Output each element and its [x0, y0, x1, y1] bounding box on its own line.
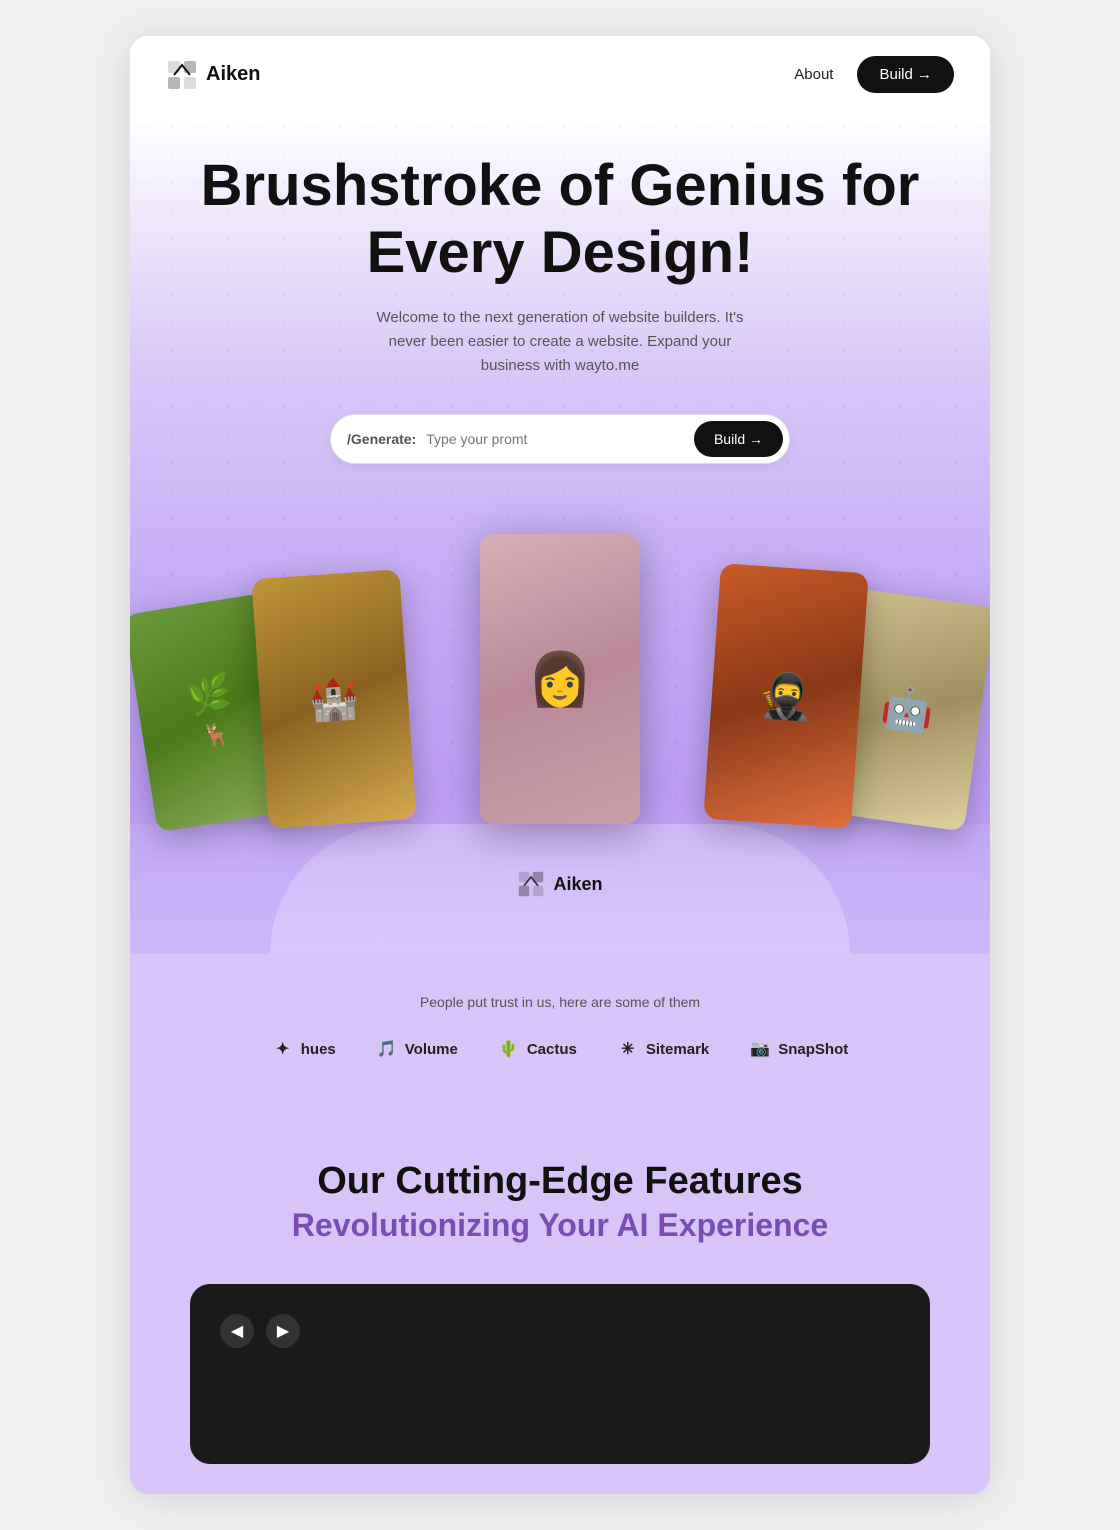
cards-section: 🌿🦌 🏰 👩 🥷 🤖	[130, 514, 990, 824]
generate-build-button[interactable]: Build →	[694, 421, 783, 457]
hues-icon: ✦	[272, 1038, 294, 1060]
feature-card-large: ◀ ▶	[190, 1284, 930, 1464]
page-wrapper: Aiken About Build → Brushstroke of Geniu…	[130, 36, 990, 1494]
volume-label: Volume	[405, 1041, 458, 1058]
art-card-3: 🥷	[703, 564, 868, 830]
logo-area: Aiken	[166, 59, 260, 91]
feature-icon-1: ◀	[220, 1314, 254, 1348]
trust-logo-cactus: 🌵 Cactus	[498, 1038, 577, 1060]
generate-label: /Generate:	[347, 431, 416, 447]
trust-logo-hues: ✦ hues	[272, 1038, 336, 1060]
features-title: Our Cutting-Edge Features	[190, 1160, 930, 1203]
cactus-label: Cactus	[527, 1041, 577, 1058]
trust-logo-volume: 🎵 Volume	[376, 1038, 458, 1060]
feature-icon-2: ▶	[266, 1314, 300, 1348]
features-section: Our Cutting-Edge Features Revolutionizin…	[130, 1110, 990, 1494]
hero-section: Brushstroke of Genius for Every Design! …	[130, 113, 990, 954]
logo-center: Aiken	[517, 870, 602, 898]
about-link[interactable]: About	[794, 66, 833, 83]
sitemark-label: Sitemark	[646, 1041, 709, 1058]
nav-right: About Build →	[794, 56, 954, 93]
navbar: Aiken About Build →	[130, 36, 990, 113]
features-subtitle: Revolutionizing Your AI Experience	[190, 1207, 930, 1244]
hero-title: Brushstroke of Genius for Every Design!	[190, 153, 930, 286]
art-card-1: 🏰	[251, 570, 416, 830]
trust-logos: ✦ hues 🎵 Volume 🌵 Cactus ✳ Sitemark 📷 Sn…	[190, 1038, 930, 1060]
hero-subtitle: Welcome to the next generation of websit…	[360, 306, 760, 378]
generate-bar: /Generate: Build →	[330, 414, 790, 464]
arc-shape: Aiken	[270, 824, 850, 954]
snapshot-icon: 📷	[749, 1038, 771, 1060]
feature-card-icons: ◀ ▶	[220, 1314, 900, 1348]
sitemark-icon: ✳	[617, 1038, 639, 1060]
trust-logo-snapshot: 📷 SnapShot	[749, 1038, 848, 1060]
nav-build-button[interactable]: Build →	[857, 56, 954, 93]
trust-section: People put trust in us, here are some of…	[130, 954, 990, 1110]
cactus-icon: 🌵	[498, 1038, 520, 1060]
logo-icon	[166, 59, 198, 91]
volume-icon: 🎵	[376, 1038, 398, 1060]
generate-input[interactable]	[426, 431, 694, 447]
snapshot-label: SnapShot	[778, 1041, 848, 1058]
art-card-2: 👩	[480, 534, 640, 824]
logo-text: Aiken	[206, 63, 260, 86]
trust-logo-sitemark: ✳ Sitemark	[617, 1038, 709, 1060]
trust-label: People put trust in us, here are some of…	[190, 994, 930, 1010]
logo-center-icon	[517, 870, 545, 898]
hues-label: hues	[301, 1041, 336, 1058]
arc-section: Aiken	[130, 824, 990, 954]
logo-center-text: Aiken	[553, 874, 602, 895]
